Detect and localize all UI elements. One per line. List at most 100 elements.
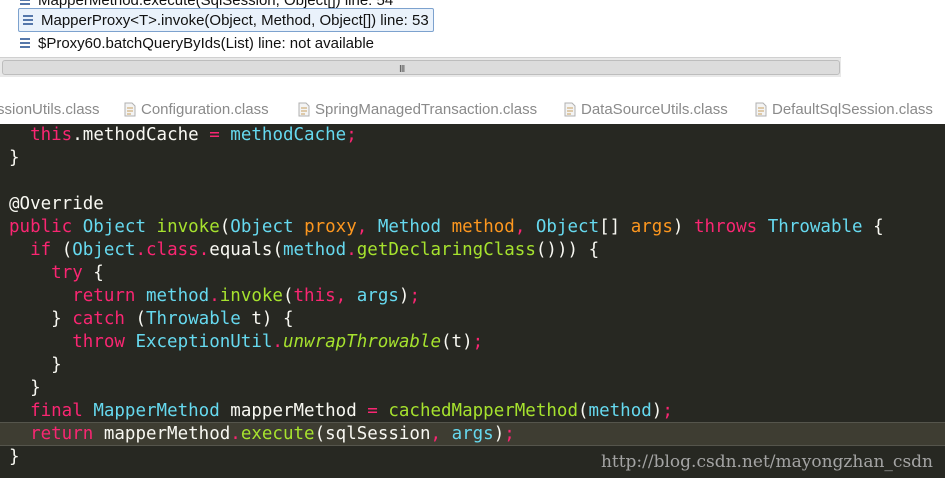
annotation: @Override: [9, 194, 104, 214]
punct: ,: [356, 217, 378, 237]
keyword: try: [51, 263, 83, 283]
parameter: proxy: [304, 217, 357, 237]
method-call: invoke: [219, 286, 283, 306]
identifier: args: [451, 424, 494, 444]
code-line: } catch (Throwable t) {: [0, 308, 945, 331]
class-file-icon: [755, 102, 767, 117]
code-editor[interactable]: this.methodCache = methodCache; } @Overr…: [0, 124, 945, 478]
brace: {: [82, 263, 104, 283]
stack-frame[interactable]: $Proxy60.batchQueryByIds(List) line: not…: [18, 32, 374, 54]
stack-frame-label: $Proxy60.batchQueryByIds(List) line: not…: [38, 34, 375, 52]
punct: .: [272, 332, 283, 352]
keyword: catch: [72, 309, 125, 329]
stack-frame-icon: [21, 14, 35, 26]
punct: ;: [504, 424, 515, 444]
tab-datasourceutils[interactable]: DataSourceUtils.class: [564, 95, 728, 124]
code-line: final MapperMethod mapperMethod = cached…: [0, 400, 945, 423]
keyword: if: [30, 240, 52, 260]
tab-configuration[interactable]: Configuration.class: [124, 95, 269, 124]
punct: (: [219, 217, 231, 237]
identifier: mapperMethod: [230, 401, 357, 421]
code-line-current[interactable]: return mapperMethod.execute(sqlSession, …: [0, 422, 945, 446]
stack-frame-icon: [18, 37, 32, 49]
punct: .: [72, 125, 83, 145]
code-line: }: [0, 377, 945, 400]
punct: (: [314, 424, 326, 444]
tab-springmanagedtransaction[interactable]: SpringManagedTransaction.class: [298, 95, 537, 124]
stack-frame-icon: [18, 0, 32, 6]
punct: .: [135, 240, 146, 260]
brace: }: [9, 447, 20, 467]
keyword: public: [9, 217, 73, 237]
tab-label: SpringManagedTransaction.class: [315, 101, 538, 118]
field-name: methodCache: [82, 125, 199, 145]
punct: (: [282, 286, 294, 306]
type-name: Object: [82, 217, 146, 237]
method-call: getDeclaringClass: [356, 240, 536, 260]
operator: =: [198, 125, 231, 145]
punct: .: [230, 424, 241, 444]
code-line: throw ExceptionUtil.unwrapThrowable(t);: [0, 331, 945, 354]
tab-label: DefaultSqlSession.class: [772, 101, 933, 118]
identifier: sqlSession: [325, 424, 431, 444]
scrollbar-grip-icon: III: [399, 64, 405, 75]
punct: .: [198, 240, 210, 260]
type-name: Object: [72, 240, 136, 260]
punct: ): [672, 217, 684, 237]
tab-defaultsqlsession[interactable]: DefaultSqlSession.class: [755, 95, 933, 124]
stack-frame-selected[interactable]: MapperProxy<T>.invoke(Object, Method, Ob…: [18, 8, 434, 32]
parameter: args: [630, 217, 673, 237]
brace: {: [862, 217, 884, 237]
keyword: this: [293, 286, 336, 306]
keyword: throw: [72, 332, 125, 352]
tab-label: DataSourceUtils.class: [581, 101, 728, 118]
identifier: method: [588, 401, 652, 421]
punct: ): [398, 286, 410, 306]
editor-tab-bar: SqlSessionUtils.class Configuration.clas…: [0, 95, 945, 124]
punct: ())) {: [535, 240, 600, 260]
method-call: cachedMapperMethod: [388, 401, 578, 421]
keyword: final: [30, 401, 83, 421]
scrollbar-thumb[interactable]: III: [2, 60, 840, 75]
brace: }: [30, 378, 41, 398]
type-name: Object: [230, 217, 294, 237]
punct: (: [51, 240, 73, 260]
punct: ;: [346, 125, 357, 145]
code-line: public Object invoke(Object proxy, Metho…: [0, 216, 945, 239]
code-line: @Override: [0, 193, 945, 216]
method-name: invoke: [156, 217, 220, 237]
operator: =: [356, 401, 389, 421]
keyword: return: [30, 424, 94, 444]
keyword: throws: [693, 217, 758, 237]
stack-frame-label: MapperProxy<T>.invoke(Object, Method, Ob…: [41, 11, 429, 29]
keyword: return: [72, 286, 136, 306]
code-line: return method.invoke(this, args);: [0, 285, 945, 308]
parameter: method: [451, 217, 515, 237]
type-name: Throwable: [146, 309, 241, 329]
code-line: if (Object.class.equals(method.getDeclar…: [0, 239, 945, 262]
punct: ;: [662, 401, 673, 421]
punct: ;: [409, 286, 420, 306]
identifier: mapperMethod: [103, 424, 231, 444]
method-call: equals: [209, 240, 273, 260]
watermark: http://blog.csdn.net/mayongzhan_csdn: [600, 452, 933, 472]
class-file-icon: [124, 102, 136, 117]
identifier: method: [283, 240, 347, 260]
punct: []: [599, 217, 621, 237]
identifier: methodCache: [230, 125, 347, 145]
punct: (: [578, 401, 589, 421]
brace: }: [51, 309, 73, 329]
type-name: Method: [377, 217, 442, 237]
punct: ;: [472, 332, 484, 352]
punct: ): [651, 401, 663, 421]
class-file-icon: [298, 102, 310, 117]
punct: ): [493, 424, 505, 444]
brace: }: [9, 148, 20, 168]
code-line: }: [0, 354, 945, 377]
type-name: Object: [535, 217, 600, 237]
identifier: method: [145, 286, 210, 306]
method-call: execute: [240, 424, 315, 444]
tab-sqlsessionutils[interactable]: SqlSessionUtils.class: [0, 95, 100, 124]
horizontal-scrollbar[interactable]: III: [0, 57, 841, 77]
